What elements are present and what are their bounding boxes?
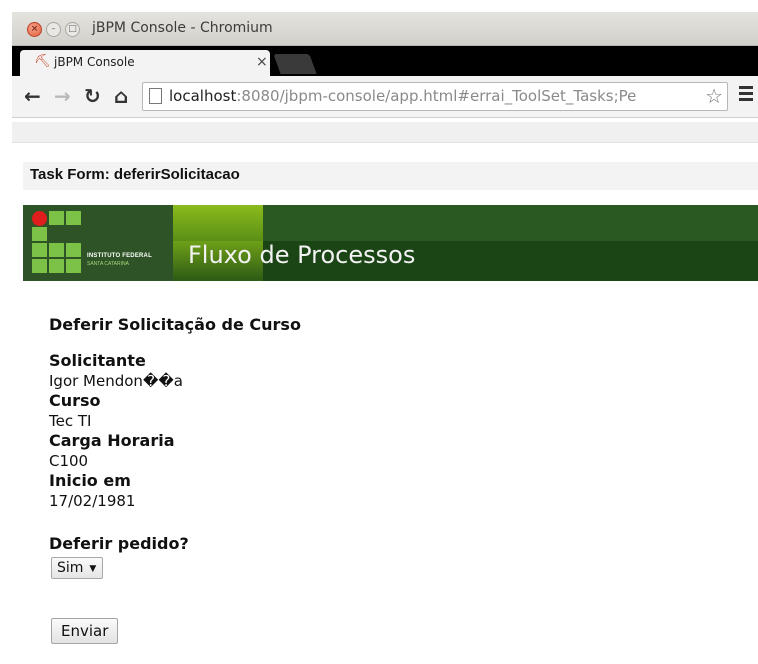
label-curso: Curso <box>49 391 101 410</box>
star-icon[interactable]: ☆ <box>705 84 723 108</box>
value-solicitante: Igor Mendon��a <box>49 372 183 390</box>
pickaxe-icon: ⛏ <box>34 54 51 69</box>
decision-select-value: Sim <box>57 560 84 576</box>
window-title: jBPM Console - Chromium <box>92 20 273 36</box>
logo-text-state: SANTA CATARINA <box>87 261 129 267</box>
decision-select[interactable]: Sim ▼ <box>51 557 104 579</box>
task-form-title: Task Form: deferirSolicitacao <box>30 166 240 183</box>
logo-square <box>32 243 47 257</box>
page-top-bar <box>12 118 758 152</box>
menu-icon[interactable] <box>739 86 753 104</box>
label-deferir-pedido: Deferir pedido? <box>49 534 189 553</box>
url-text[interactable]: localhost:8080/jbpm-console/app.html#err… <box>169 87 636 105</box>
logo-square <box>49 259 64 273</box>
window-close-button[interactable]: × <box>27 22 42 37</box>
new-tab-button[interactable] <box>273 54 317 74</box>
submit-button[interactable]: Enviar <box>51 618 119 644</box>
window-minimize-button[interactable]: – <box>46 22 61 37</box>
reload-icon[interactable]: ↻ <box>84 84 101 108</box>
home-icon[interactable]: ⌂ <box>114 84 128 108</box>
header-banner: INSTITUTO FEDERAL SANTA CATARINA Fluxo d… <box>23 205 758 281</box>
label-solicitante: Solicitante <box>49 351 146 370</box>
logo-square <box>49 243 64 257</box>
chevron-down-icon: ▼ <box>89 564 97 574</box>
logo-square <box>32 227 47 241</box>
window-maximize-button[interactable]: □ <box>65 22 80 37</box>
page-strip <box>12 122 758 143</box>
value-carga-horaria: C100 <box>49 452 89 470</box>
logo-square <box>66 243 81 257</box>
forward-icon[interactable]: → <box>54 84 71 108</box>
task-form-header: Task Form: deferirSolicitacao <box>23 162 758 190</box>
label-inicio-em: Inicio em <box>49 471 131 490</box>
logo-area: INSTITUTO FEDERAL SANTA CATARINA <box>23 205 173 281</box>
browser-toolbar: ← → ↻ ⌂ localhost:8080/jbpm-console/app.… <box>12 76 758 118</box>
window-titlebar: × – □ jBPM Console - Chromium <box>12 12 758 46</box>
tab-strip: ⛏ jBPM Console × <box>12 46 758 76</box>
tab-jbpm-console[interactable]: ⛏ jBPM Console × <box>20 50 270 76</box>
logo-square <box>32 259 47 273</box>
logo-square <box>49 211 64 225</box>
value-inicio-em: 17/02/1981 <box>49 492 136 510</box>
label-carga-horaria: Carga Horaria <box>49 431 175 450</box>
banner-accent <box>173 205 263 241</box>
url-path: :8080/jbpm-console/app.html#errai_ToolSe… <box>236 87 637 105</box>
logo-text-institute: INSTITUTO FEDERAL <box>87 253 152 259</box>
value-curso: Tec TI <box>49 412 92 430</box>
address-bar[interactable]: localhost:8080/jbpm-console/app.html#err… <box>142 82 728 111</box>
tab-close-icon[interactable]: × <box>256 54 268 70</box>
tab-title: jBPM Console <box>54 55 135 69</box>
logo-square <box>66 211 81 225</box>
form-heading: Deferir Solicitação de Curso <box>49 315 301 334</box>
logo-red-dot <box>32 211 47 226</box>
banner-title: Fluxo de Processos <box>188 241 416 269</box>
back-icon[interactable]: ← <box>24 84 41 108</box>
logo-square <box>66 259 81 273</box>
page-icon <box>149 88 162 104</box>
url-host: localhost <box>169 87 237 105</box>
